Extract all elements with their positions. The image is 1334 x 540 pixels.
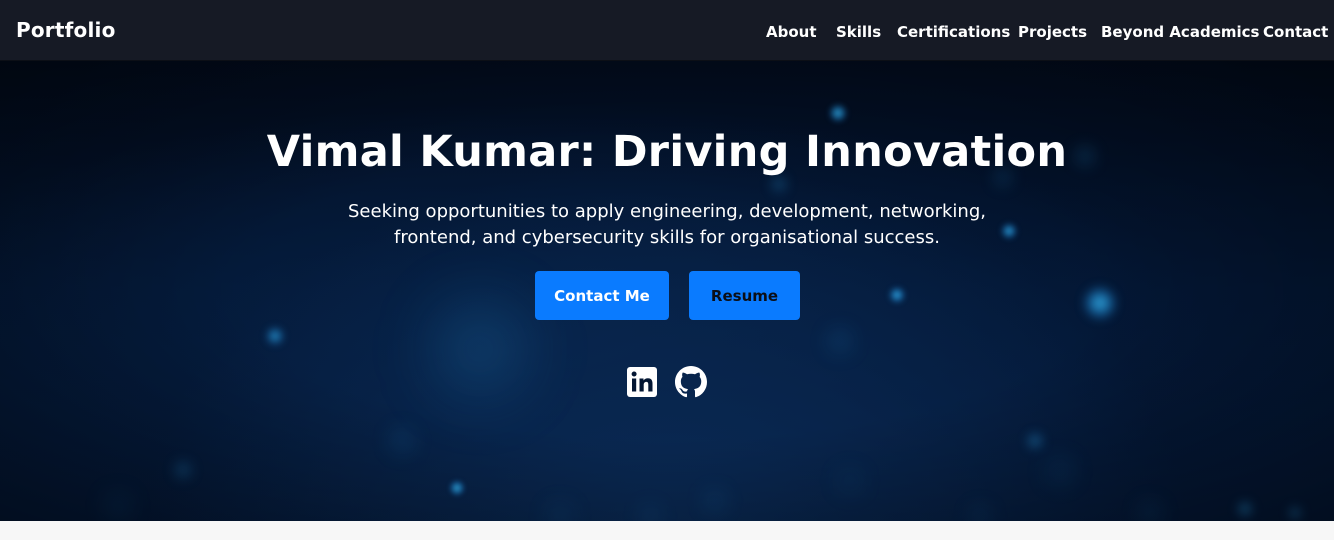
hero-subtitle: Seeking opportunities to apply engineeri… (330, 199, 1004, 251)
nav-link-beyond-academics[interactable]: Beyond Academics (1101, 23, 1259, 41)
navbar: Portfolio About Skills Certifications Pr… (0, 0, 1334, 61)
nav-link-skills[interactable]: Skills (836, 23, 881, 41)
hero-section: Vimal Kumar: Driving Innovation Seeking … (0, 61, 1334, 521)
contact-me-button[interactable]: Contact Me (535, 271, 669, 320)
resume-button[interactable]: Resume (689, 271, 800, 320)
nav-link-projects[interactable]: Projects (1018, 23, 1087, 41)
hero-subtitle-line-2: frontend, and cybersecurity skills for o… (394, 227, 940, 248)
github-icon[interactable] (675, 366, 707, 398)
nav-link-contact[interactable]: Contact (1263, 23, 1328, 41)
nav-link-certifications[interactable]: Certifications (897, 23, 1010, 41)
linkedin-icon[interactable] (626, 366, 658, 398)
hero-subtitle-line-1: Seeking opportunities to apply engineeri… (348, 201, 986, 222)
nav-link-about[interactable]: About (766, 23, 817, 41)
below-hero-area (0, 521, 1334, 540)
brand-logo[interactable]: Portfolio (16, 18, 116, 42)
hero-title: Vimal Kumar: Driving Innovation (266, 127, 1068, 177)
